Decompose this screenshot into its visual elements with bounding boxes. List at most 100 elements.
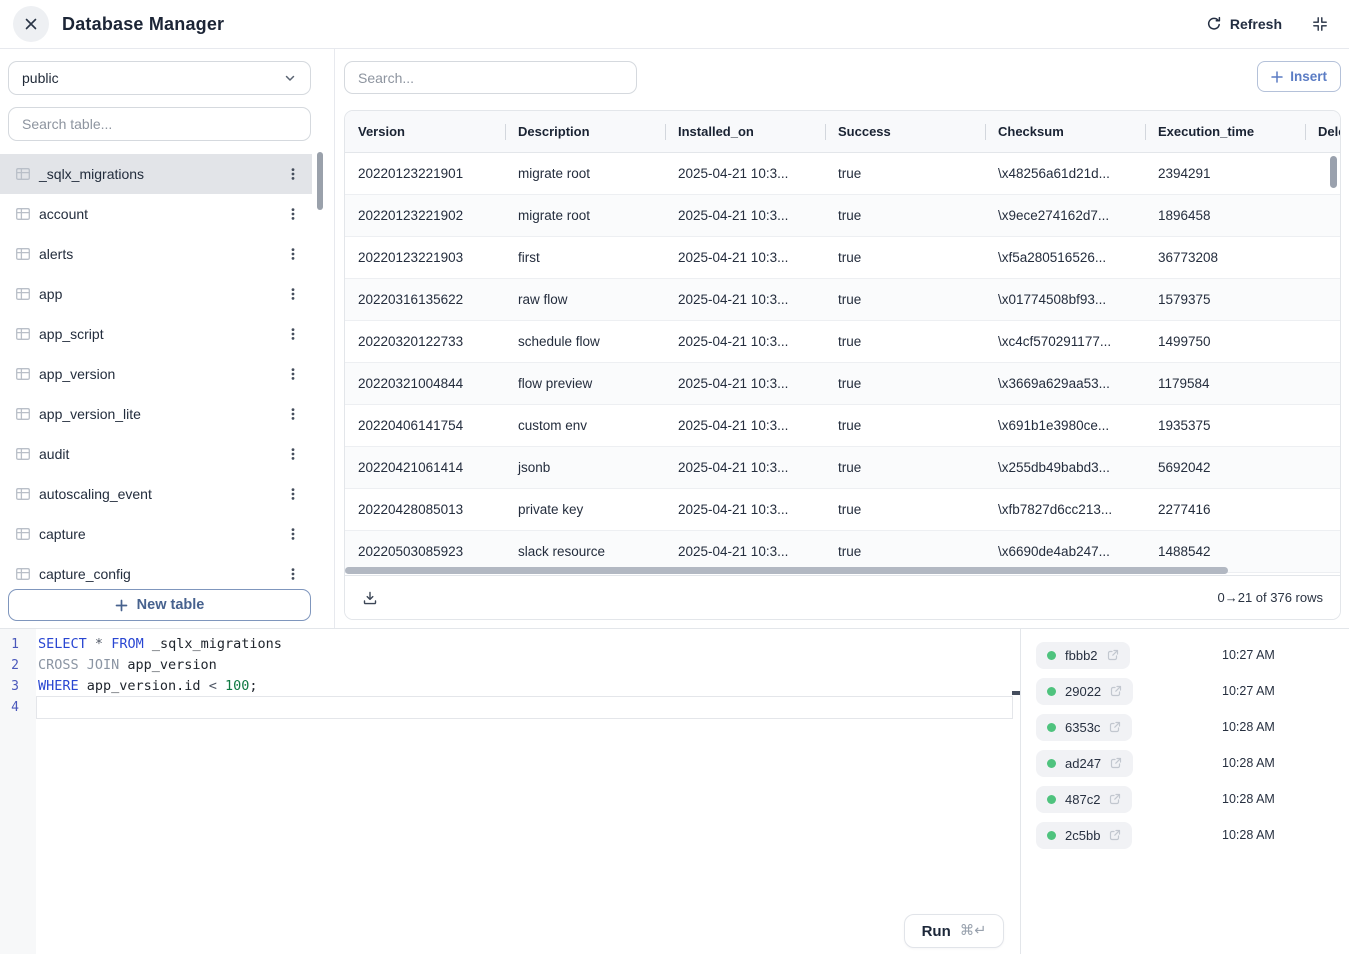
- history-run-pill[interactable]: ad247: [1036, 750, 1133, 777]
- table-cell: 2025-04-21 10:3...: [665, 279, 825, 320]
- table-row[interactable]: 20220421061414jsonb2025-04-21 10:3...tru…: [345, 447, 1340, 489]
- code-text: WHERE app_version.id < 100;: [28, 676, 258, 697]
- table-cell: \xfb7827d6cc213...: [985, 489, 1145, 530]
- code-line-4[interactable]: 4: [0, 697, 1012, 718]
- table-row[interactable]: 20220406141754custom env2025-04-21 10:3.…: [345, 405, 1340, 447]
- external-link-icon[interactable]: [1107, 649, 1119, 661]
- external-link-icon[interactable]: [1109, 829, 1121, 841]
- column-header-version[interactable]: Version: [345, 111, 505, 152]
- table-cell: [1305, 363, 1340, 404]
- kebab-menu-icon[interactable]: [284, 365, 302, 383]
- sidebar-item-app_version[interactable]: app_version: [0, 354, 312, 394]
- schema-select-value: public: [22, 70, 59, 86]
- new-table-label: New table: [137, 597, 205, 613]
- kebab-menu-icon[interactable]: [284, 405, 302, 423]
- kebab-menu-icon[interactable]: [284, 285, 302, 303]
- table-cell: \x3669a629aa53...: [985, 363, 1145, 404]
- history-run-pill[interactable]: 6353c: [1036, 714, 1132, 741]
- insert-button[interactable]: Insert: [1257, 61, 1341, 92]
- column-header-execution_time[interactable]: Execution_time: [1145, 111, 1305, 152]
- external-link-icon[interactable]: [1109, 721, 1121, 733]
- table-cell: 2025-04-21 10:3...: [665, 237, 825, 278]
- table-cell: 20220320122733: [345, 321, 505, 362]
- table-cell: 20220421061414: [345, 447, 505, 488]
- run-button[interactable]: Run ⌘↵: [904, 914, 1004, 948]
- history-run-pill[interactable]: 487c2: [1036, 786, 1132, 813]
- table-cell: true: [825, 237, 985, 278]
- sidebar-item-capture[interactable]: capture: [0, 514, 312, 554]
- column-header-description[interactable]: Description: [505, 111, 665, 152]
- run-timestamp: 10:28 AM: [1222, 756, 1275, 770]
- table-row[interactable]: 20220428085013private key2025-04-21 10:3…: [345, 489, 1340, 531]
- history-run-pill[interactable]: 29022: [1036, 678, 1133, 705]
- sidebar-item-app_script[interactable]: app_script: [0, 314, 312, 354]
- run-timestamp: 10:28 AM: [1222, 720, 1275, 734]
- table-name-label: app_version_lite: [39, 406, 141, 422]
- table-name-label: audit: [39, 446, 69, 462]
- code-text: [28, 697, 38, 718]
- schema-select[interactable]: public: [8, 61, 311, 95]
- close-button[interactable]: [13, 6, 49, 42]
- table-row[interactable]: 20220321004844flow preview2025-04-21 10:…: [345, 363, 1340, 405]
- table-cell: [1305, 447, 1340, 488]
- code-line-1[interactable]: 1SELECT * FROM _sqlx_migrations: [0, 634, 1012, 655]
- plus-icon: [1271, 71, 1283, 83]
- line-number: 1: [0, 634, 28, 655]
- history-item-29022: 2902210:27 AM: [1021, 673, 1349, 709]
- new-table-button[interactable]: New table: [8, 589, 311, 621]
- external-link-icon[interactable]: [1109, 793, 1121, 805]
- column-header-success[interactable]: Success: [825, 111, 985, 152]
- sidebar-item-app_version_lite[interactable]: app_version_lite: [0, 394, 312, 434]
- sidebar-item-app[interactable]: app: [0, 274, 312, 314]
- table-cell: 1499750: [1145, 321, 1305, 362]
- table-cell: custom env: [505, 405, 665, 446]
- status-success-dot: [1047, 795, 1056, 804]
- editor-scrollbar-thumb[interactable]: [1012, 691, 1020, 695]
- collapse-button[interactable]: [1312, 16, 1328, 32]
- kebab-menu-icon[interactable]: [284, 445, 302, 463]
- sidebar-item-_sqlx_migrations[interactable]: _sqlx_migrations: [0, 154, 312, 194]
- refresh-button[interactable]: Refresh: [1206, 16, 1282, 32]
- row-search-input[interactable]: [344, 61, 637, 94]
- table-cell: \x9ece274162d7...: [985, 195, 1145, 236]
- table-horizontal-scrollbar[interactable]: [345, 567, 1228, 574]
- kebab-menu-icon[interactable]: [284, 485, 302, 503]
- table-row[interactable]: 20220123221903first2025-04-21 10:3...tru…: [345, 237, 1340, 279]
- status-success-dot: [1047, 759, 1056, 768]
- table-cell: migrate root: [505, 153, 665, 194]
- line-number: 3: [0, 676, 28, 697]
- kebab-menu-icon[interactable]: [284, 525, 302, 543]
- kebab-menu-icon[interactable]: [284, 325, 302, 343]
- external-link-icon[interactable]: [1110, 757, 1122, 769]
- column-header-installed_on[interactable]: Installed_on: [665, 111, 825, 152]
- table-icon: [15, 446, 31, 462]
- table-row[interactable]: 20220316135622raw flow2025-04-21 10:3...…: [345, 279, 1340, 321]
- sidebar-item-capture_config[interactable]: capture_config: [0, 554, 312, 584]
- sidebar-item-audit[interactable]: audit: [0, 434, 312, 474]
- sidebar-scrollbar[interactable]: [317, 152, 323, 210]
- sidebar-item-autoscaling_event[interactable]: autoscaling_event: [0, 474, 312, 514]
- code-line-2[interactable]: 2CROSS JOIN app_version: [0, 655, 1012, 676]
- sidebar-item-account[interactable]: account: [0, 194, 312, 234]
- kebab-menu-icon[interactable]: [284, 205, 302, 223]
- download-button[interactable]: [362, 590, 378, 606]
- table-row[interactable]: 20220123221901migrate root2025-04-21 10:…: [345, 153, 1340, 195]
- kebab-menu-icon[interactable]: [284, 165, 302, 183]
- table-search-input[interactable]: [8, 107, 311, 141]
- code-line-3[interactable]: 3WHERE app_version.id < 100;: [0, 676, 1012, 697]
- kebab-menu-icon[interactable]: [284, 565, 302, 583]
- history-run-pill[interactable]: fbbb2: [1036, 642, 1130, 669]
- table-cell: [1305, 237, 1340, 278]
- column-header-checksum[interactable]: Checksum: [985, 111, 1145, 152]
- table-cell: 20220123221903: [345, 237, 505, 278]
- sql-editor[interactable]: 1SELECT * FROM _sqlx_migrations2CROSS JO…: [0, 628, 1021, 954]
- external-link-icon[interactable]: [1110, 685, 1122, 697]
- table-vertical-scrollbar[interactable]: [1330, 156, 1337, 188]
- sidebar-item-alerts[interactable]: alerts: [0, 234, 312, 274]
- column-header-deleted[interactable]: Deleted: [1305, 111, 1340, 152]
- table-row[interactable]: 20220320122733schedule flow2025-04-21 10…: [345, 321, 1340, 363]
- data-table-card: VersionDescriptionInstalled_onSuccessChe…: [344, 110, 1341, 620]
- kebab-menu-icon[interactable]: [284, 245, 302, 263]
- history-run-pill[interactable]: 2c5bb: [1036, 822, 1132, 849]
- table-row[interactable]: 20220123221902migrate root2025-04-21 10:…: [345, 195, 1340, 237]
